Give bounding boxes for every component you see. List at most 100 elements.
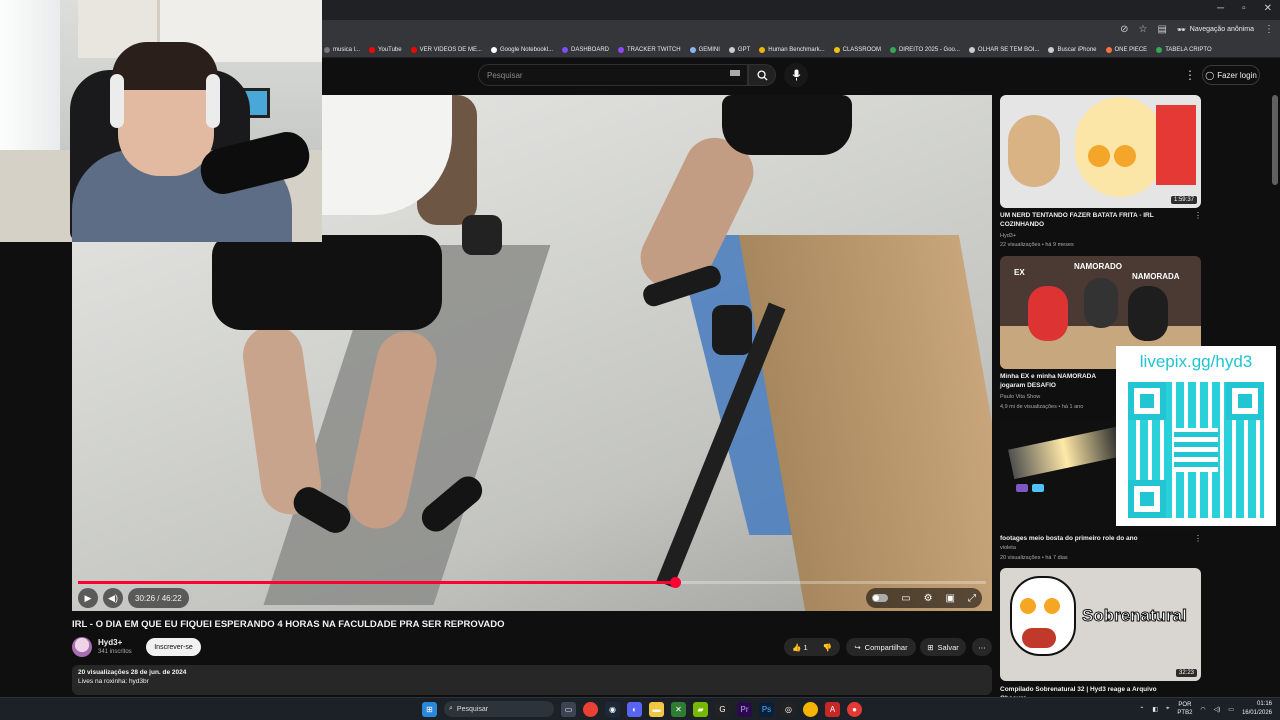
save-button[interactable]: ⊞ Salvar bbox=[920, 638, 966, 656]
discord-icon[interactable]: ◐ bbox=[627, 701, 642, 717]
file-explorer-icon[interactable]: ▬ bbox=[649, 701, 664, 717]
video-shoe-top bbox=[462, 215, 502, 255]
settings-gear-icon[interactable]: ⚙ bbox=[924, 593, 933, 604]
bookmarks-bar: musica l... YouTube VER VIDEOS DE ME... Goo… bbox=[322, 42, 1280, 58]
bookmark-favicon-icon bbox=[968, 46, 975, 53]
clock[interactable]: 01:16 16/01/2026 bbox=[1242, 700, 1272, 718]
steam-icon[interactable]: ◉ bbox=[605, 701, 620, 717]
star-icon[interactable]: ☆ bbox=[1138, 24, 1147, 35]
task-view-icon[interactable]: ▭ bbox=[561, 701, 576, 717]
miniplayer-icon[interactable]: ▣ bbox=[946, 593, 955, 604]
channel-name[interactable]: Hyd3+ bbox=[98, 638, 122, 647]
bookmark-item[interactable]: GEMINI bbox=[689, 46, 720, 53]
related-more-icon[interactable]: ⋮ bbox=[1194, 211, 1202, 220]
thumbs-down-icon[interactable]: 👎 bbox=[823, 643, 832, 652]
bookmark-item[interactable]: Human Benchmark... bbox=[759, 46, 825, 53]
location-icon[interactable]: ⌖ bbox=[1166, 706, 1169, 713]
photoshop-icon[interactable]: Ps bbox=[759, 701, 774, 717]
keyboard-icon[interactable] bbox=[730, 70, 740, 76]
bookmark-label: Human Benchmark... bbox=[768, 46, 825, 53]
bookmark-favicon-icon bbox=[1105, 46, 1112, 53]
bookmark-item[interactable]: TABELA CRIPTO bbox=[1156, 46, 1212, 53]
subscribe-button[interactable]: Inscrever-se bbox=[146, 638, 201, 656]
bookmark-item[interactable]: DASHBOARD bbox=[562, 46, 609, 53]
autoplay-toggle[interactable] bbox=[872, 594, 889, 602]
battery-icon[interactable]: ▭ bbox=[1228, 706, 1234, 713]
streamer-webcam bbox=[0, 0, 322, 242]
related-channel[interactable]: Paulo Vita Show bbox=[1000, 394, 1040, 400]
incognito-indicator[interactable]: 🕶 Navegação anônima bbox=[1177, 26, 1254, 34]
language-indicator[interactable]: POR PTB2 bbox=[1177, 701, 1192, 717]
volume-button[interactable]: ◀) bbox=[103, 588, 123, 608]
eye-off-icon[interactable]: ⊘ bbox=[1120, 24, 1128, 35]
acrobat-icon[interactable]: A bbox=[825, 701, 840, 717]
related-channel[interactable]: Hyd3+ bbox=[1000, 233, 1016, 239]
start-icon[interactable]: ⊞ bbox=[422, 701, 437, 717]
bookmark-item[interactable]: musica l... bbox=[324, 46, 360, 53]
address-bar[interactable]: ⊘ ☆ ▤ 🕶 Navegação anônima ⋮ bbox=[322, 20, 1280, 42]
page-scrollbar[interactable] bbox=[1272, 95, 1278, 185]
menu-dots-icon[interactable]: ⋮ bbox=[1264, 24, 1274, 35]
network-icon[interactable]: ◧ bbox=[1152, 706, 1158, 713]
search-button[interactable] bbox=[748, 64, 776, 86]
related-thumbnail[interactable]: 1:59:37 bbox=[1000, 95, 1201, 208]
share-icon: ↪ bbox=[854, 642, 861, 652]
tabs-icon[interactable]: ▤ bbox=[1157, 24, 1166, 35]
login-button[interactable]: ◯ Fazer login bbox=[1202, 65, 1260, 85]
qr-eye bbox=[1128, 480, 1166, 518]
progress-bar[interactable] bbox=[78, 577, 986, 588]
search-icon bbox=[756, 69, 768, 81]
xbox-icon[interactable]: ✕ bbox=[671, 701, 686, 717]
maximize-icon[interactable]: ▫ bbox=[1242, 3, 1246, 14]
related-title[interactable]: Minha EX e minha NAMORADA jogaram DESAFI… bbox=[1000, 372, 1116, 390]
more-options-icon[interactable]: ⋮ bbox=[1184, 68, 1196, 82]
bookmark-item[interactable]: VER VIDEOS DE ME... bbox=[410, 46, 482, 53]
nvidia-icon[interactable]: ▰ bbox=[693, 701, 708, 717]
related-thumbnail[interactable]: Sobrenatural 32:23 bbox=[1000, 568, 1201, 681]
bookmark-item[interactable]: OLHAR SE TEM BOI... bbox=[968, 46, 1039, 53]
share-label: Compartilhar bbox=[864, 642, 908, 652]
qr-eye bbox=[1128, 382, 1166, 420]
login-label: Fazer login bbox=[1217, 70, 1257, 80]
share-button[interactable]: ↪ Compartilhar bbox=[846, 638, 916, 656]
clock-date: 16/01/2026 bbox=[1241, 710, 1272, 716]
close-icon[interactable]: ✕ bbox=[1264, 3, 1272, 14]
taskbar-search-label: Pesquisar bbox=[456, 705, 489, 713]
bookmark-item[interactable]: Google Notebookl... bbox=[490, 46, 553, 53]
subtitles-icon[interactable]: ▭ bbox=[901, 593, 910, 604]
video-shoe-right-person-2 bbox=[712, 305, 752, 355]
related-more-icon[interactable]: ⋮ bbox=[1194, 534, 1202, 543]
voice-search-button[interactable] bbox=[784, 63, 808, 87]
bookmark-item[interactable]: CLASSROOM bbox=[833, 46, 881, 53]
speaker-icon[interactable]: ◁) bbox=[1214, 706, 1221, 713]
bookmark-label: GPT bbox=[737, 46, 751, 53]
bookmark-item[interactable]: GPT bbox=[728, 46, 751, 53]
like-button[interactable]: 👍 1 bbox=[792, 643, 808, 652]
bookmark-item[interactable]: Buscar iPhone bbox=[1048, 46, 1097, 53]
bookmark-item[interactable]: YouTube bbox=[369, 46, 402, 53]
fullscreen-icon[interactable]: ⤢ bbox=[968, 593, 976, 604]
chrome-icon[interactable] bbox=[583, 701, 598, 717]
premiere-icon[interactable]: Pr bbox=[737, 701, 752, 717]
search-input[interactable]: Pesquisar bbox=[478, 64, 748, 86]
related-title[interactable]: UM NERD TENTANDO FAZER BATATA FRITA - IR… bbox=[1000, 211, 1185, 229]
channel-avatar[interactable] bbox=[72, 637, 92, 657]
qr-eye bbox=[1226, 382, 1264, 420]
more-actions-button[interactable]: ⋯ bbox=[972, 638, 992, 656]
play-button[interactable]: ▶ bbox=[78, 588, 98, 608]
minimize-icon[interactable]: ─ bbox=[1217, 3, 1224, 14]
related-channel[interactable]: violeta bbox=[1000, 545, 1016, 551]
taskbar-search[interactable]: ⌕ Pesquisar bbox=[444, 701, 554, 717]
bookmark-item[interactable]: ONE PIECE bbox=[1105, 46, 1147, 53]
description-box[interactable]: 20 visualizações 28 de jun. de 2024 Live… bbox=[72, 665, 992, 695]
recorder-icon[interactable]: ● bbox=[847, 701, 862, 717]
obs-icon[interactable]: ◎ bbox=[781, 701, 796, 717]
ghub-icon[interactable]: G bbox=[715, 701, 730, 717]
incognito-icon: 🕶 bbox=[1176, 26, 1186, 34]
app-icon[interactable] bbox=[803, 701, 818, 717]
wifi-icon[interactable]: ◠ bbox=[1200, 706, 1205, 713]
related-title[interactable]: footages meio bosta do primeiro role do … bbox=[1000, 534, 1185, 543]
chevron-up-icon[interactable]: ⌃ bbox=[1139, 706, 1144, 713]
bookmark-item[interactable]: DIREITO 2025 - Goo... bbox=[889, 46, 960, 53]
bookmark-item[interactable]: TRACKER TWITCH bbox=[618, 46, 681, 53]
